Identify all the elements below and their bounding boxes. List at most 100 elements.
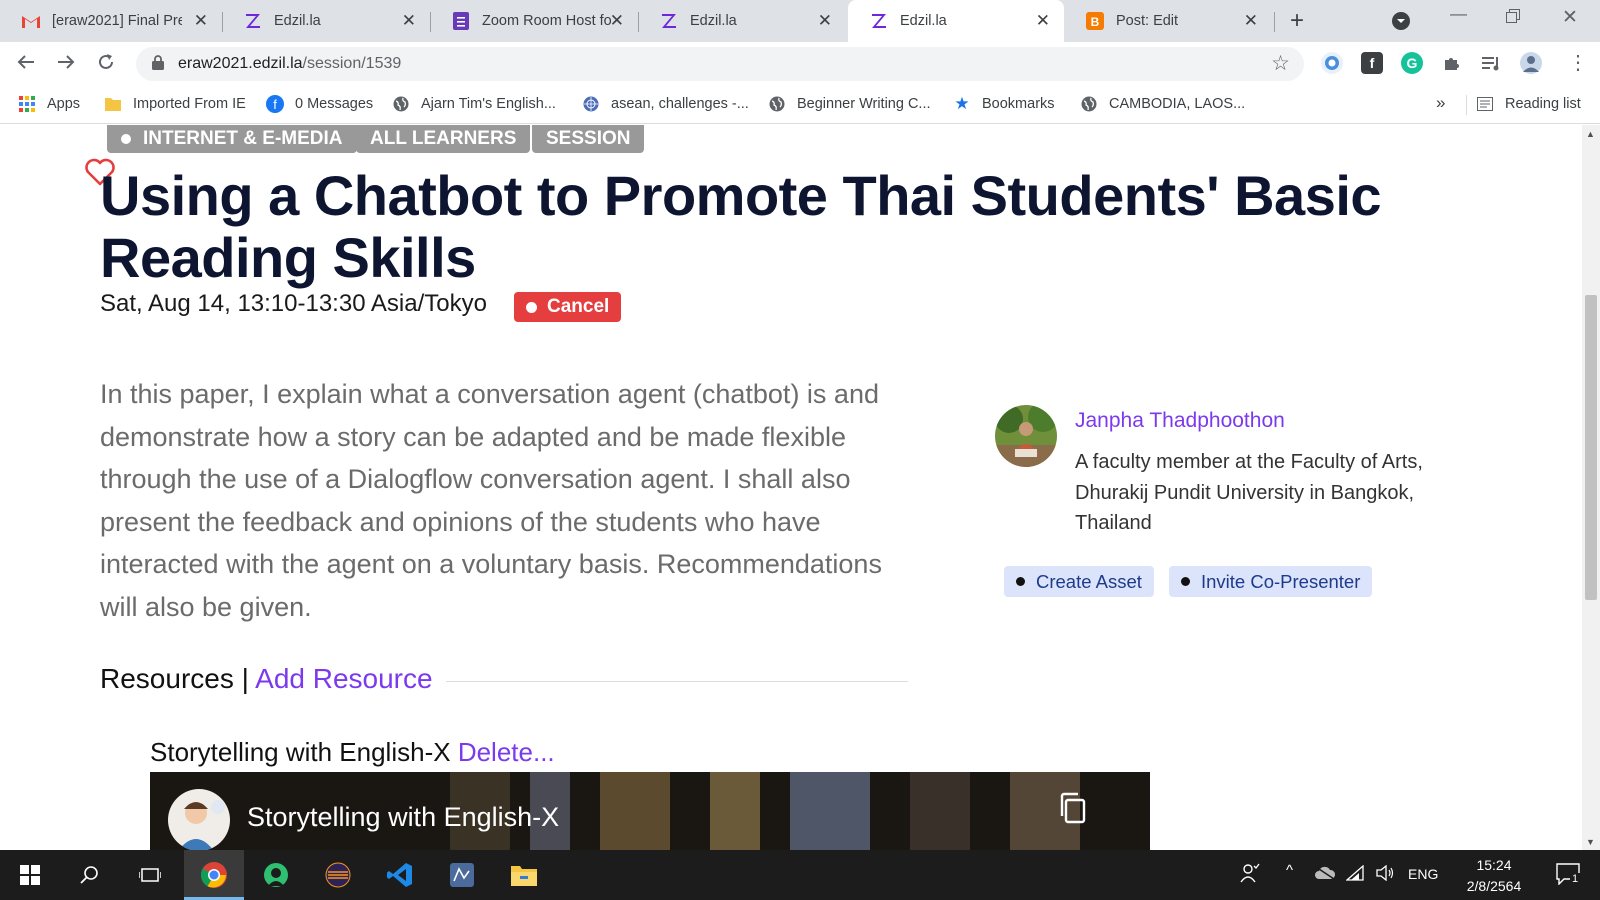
facebook-extension-icon[interactable]: f [1361, 52, 1383, 74]
tab-zoom-room[interactable]: Zoom Room Host fo ✕ [430, 0, 638, 42]
clock[interactable]: 15:24 2/8/2564 [1440, 855, 1548, 897]
tab-search-icon[interactable] [1392, 12, 1410, 35]
bookmark-label: Bookmarks [982, 96, 1055, 112]
copy-link-icon[interactable] [1058, 792, 1088, 829]
video-bg-book [790, 772, 870, 850]
reading-list-button[interactable]: Reading list [1476, 95, 1581, 113]
bookmark-bookmarks[interactable]: ★ Bookmarks [953, 94, 1055, 113]
bookmark-facebook-messages[interactable]: f 0 Messages [266, 95, 373, 113]
notification-center-icon[interactable]: 1 [1556, 863, 1581, 889]
tab-edzilla-1[interactable]: Edzil.la ✕ [222, 0, 430, 42]
presenter-avatar[interactable] [995, 405, 1057, 467]
tag-label: SESSION [546, 128, 631, 149]
tab-edzilla-active[interactable]: Edzil.la ✕ [848, 0, 1064, 42]
bookmarks-overflow-button[interactable]: » [1436, 93, 1445, 113]
bookmark-label: Ajarn Tim's English... [421, 96, 556, 112]
edzilla-icon [660, 12, 678, 30]
bookmark-ajarn-tim[interactable]: Ajarn Tim's English... [392, 95, 556, 113]
resource-title: Storytelling with English-X [150, 737, 451, 767]
scroll-down-icon[interactable]: ▼ [1586, 837, 1595, 847]
grammarly-icon[interactable]: G [1401, 52, 1423, 74]
bookmark-cambodia[interactable]: CAMBODIA, LAOS... [1080, 95, 1245, 113]
address-bar[interactable]: eraw2021.edzil.la/session/1539 ☆ [136, 47, 1304, 81]
close-icon[interactable]: ✕ [402, 11, 416, 31]
resources-heading: Resources | Add Resource [100, 663, 433, 695]
close-icon[interactable]: ✕ [1036, 11, 1050, 31]
resources-divider [446, 681, 908, 682]
bookmark-imported-from-ie[interactable]: Imported From IE [104, 95, 246, 113]
tag-internet-e-media[interactable]: INTERNET & E-MEDIA [107, 125, 357, 153]
delete-resource-link[interactable]: Delete... [458, 737, 555, 767]
bookmark-label: asean, challenges -... [611, 96, 749, 112]
taskbar-vscode[interactable] [376, 850, 424, 900]
taskbar-file-explorer[interactable] [500, 850, 548, 900]
onedrive-icon[interactable] [1314, 866, 1336, 884]
close-icon[interactable]: ✕ [818, 11, 832, 31]
minimize-icon[interactable]: — [1450, 4, 1467, 24]
session-title: Using a Chatbot to Promote Thai Students… [100, 164, 1382, 289]
close-icon[interactable]: ✕ [194, 11, 208, 31]
forward-icon[interactable] [56, 52, 76, 78]
page-scrollbar[interactable]: ▲ ▼ [1582, 125, 1600, 850]
green-app-icon [264, 863, 288, 887]
gmail-icon [22, 12, 40, 30]
bookmark-star-icon[interactable]: ☆ [1271, 51, 1290, 76]
clock-date: 2/8/2564 [1466, 878, 1522, 894]
taskbar-eclipse[interactable] [314, 850, 362, 900]
volume-icon[interactable] [1376, 864, 1394, 885]
tab-edzilla-2[interactable]: Edzil.la ✕ [638, 0, 846, 42]
url-host: eraw2021.edzil.la [178, 55, 303, 72]
extension-drop-icon[interactable] [1321, 52, 1343, 74]
scrollbar-thumb[interactable] [1585, 295, 1597, 600]
people-icon[interactable] [1240, 863, 1260, 887]
close-icon[interactable]: ✕ [610, 11, 624, 31]
scroll-up-icon[interactable]: ▲ [1586, 129, 1595, 139]
url-path: /session/1539 [302, 55, 402, 72]
wifi-icon[interactable] [1345, 864, 1364, 885]
cancel-button[interactable]: Cancel [514, 292, 622, 322]
bookmark-apps[interactable]: Apps [18, 95, 80, 113]
search-icon[interactable] [68, 850, 112, 900]
tag-all-learners[interactable]: ALL LEARNERS [356, 125, 531, 153]
menu-kebab-icon[interactable]: ⋮ [1568, 50, 1588, 75]
presenter-bio: A faculty member at the Faculty of Arts,… [1075, 451, 1423, 534]
forms-icon [452, 12, 470, 30]
create-asset-button[interactable]: Create Asset [1004, 566, 1154, 597]
bookmarks-divider [1466, 95, 1467, 115]
eclipse-icon [325, 862, 351, 888]
close-icon[interactable]: ✕ [1244, 11, 1258, 31]
presenter-name-link[interactable]: Janpha Thadphoothon [1075, 409, 1285, 433]
tab-gmail[interactable]: [eraw2021] Final Pre ✕ [0, 0, 222, 42]
start-icon[interactable] [8, 850, 52, 900]
video-channel-avatar[interactable] [168, 789, 230, 850]
back-icon[interactable] [16, 52, 36, 78]
bookmarks-bar: Apps Imported From IE f 0 Messages Ajarn… [0, 86, 1600, 124]
tab-blogger[interactable]: B Post: Edit ✕ [1064, 0, 1272, 42]
apps-grid-icon [18, 95, 36, 113]
video-title[interactable]: Storytelling with English-X [247, 802, 559, 833]
video-bg-book [600, 772, 670, 850]
show-hidden-icons-chevron-icon[interactable]: ^ [1286, 862, 1293, 879]
invite-co-presenter-button[interactable]: Invite Co-Presenter [1169, 566, 1373, 597]
blogger-icon: B [1086, 12, 1104, 30]
tag-session[interactable]: SESSION [532, 125, 645, 153]
bookmark-asean[interactable]: asean, challenges -... [582, 95, 749, 113]
task-view-icon[interactable] [128, 850, 172, 900]
reload-icon[interactable] [96, 52, 116, 78]
taskbar-app-blue[interactable] [438, 850, 486, 900]
bookmark-beginner-writing[interactable]: Beginner Writing C... [768, 95, 931, 113]
profile-avatar-icon[interactable] [1520, 52, 1542, 74]
media-control-icon[interactable] [1481, 52, 1503, 74]
bookmark-label: CAMBODIA, LAOS... [1109, 96, 1246, 112]
extensions-puzzle-icon[interactable] [1441, 52, 1463, 74]
close-window-icon[interactable]: ✕ [1562, 6, 1578, 29]
add-resource-link[interactable]: Add Resource [255, 663, 432, 694]
taskbar-app-green[interactable] [252, 850, 300, 900]
pill-dot [1181, 577, 1190, 586]
globe-icon [1080, 95, 1098, 113]
new-tab-icon[interactable]: + [1290, 7, 1304, 35]
restore-icon[interactable] [1506, 8, 1520, 28]
video-embed[interactable]: Storytelling with English-X [150, 772, 1150, 850]
taskbar-chrome[interactable] [184, 850, 244, 900]
language-indicator[interactable]: ENG [1408, 866, 1438, 882]
